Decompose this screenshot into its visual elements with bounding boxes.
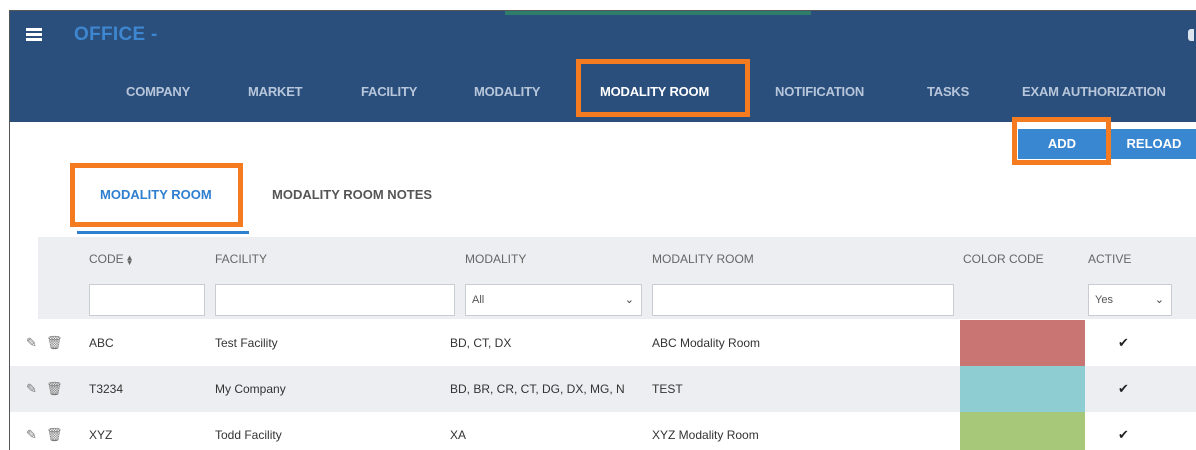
filter-code-input[interactable]: [89, 284, 205, 316]
app-title: OFFICE -: [74, 24, 158, 45]
nav-market[interactable]: MARKET: [248, 79, 303, 105]
column-header-code[interactable]: CODE ▲ ▼: [89, 252, 134, 266]
cell-facility: Test Facility: [215, 336, 278, 350]
cell-facility: My Company: [215, 382, 286, 396]
table-row[interactable]: ✎ 🗑 T3234 My Company BD, BR, CR, CT, DG,…: [10, 366, 1196, 412]
cell-modality-room: ABC Modality Room: [652, 336, 761, 350]
trash-icon[interactable]: 🗑: [46, 366, 63, 412]
trash-icon[interactable]: 🗑: [46, 320, 63, 366]
cell-modality-room: XYZ Modality Room: [652, 428, 759, 442]
column-header-active[interactable]: ACTIVE: [1088, 252, 1131, 266]
hamburger-icon[interactable]: [26, 28, 42, 41]
subtab-modality-room-notes[interactable]: MODALITY ROOM NOTES: [272, 187, 432, 202]
sort-icon[interactable]: ▲ ▼: [126, 253, 134, 266]
filter-modality-select[interactable]: All ⌄: [465, 284, 642, 316]
active-tab-indicator: [77, 231, 249, 234]
column-header-facility[interactable]: FACILITY: [215, 252, 267, 266]
column-header-modality[interactable]: MODALITY: [465, 252, 526, 266]
table-row[interactable]: ✎ 🗑 ABC Test Facility BD, CT, DX ABC Mod…: [10, 320, 1196, 366]
nav-modality[interactable]: MODALITY: [474, 79, 540, 105]
cell-modality: BD, CT, DX: [450, 336, 512, 350]
table-row[interactable]: ✎ 🗑 XYZ Todd Facility XA XYZ Modality Ro…: [10, 412, 1196, 450]
cell-code: ABC: [89, 336, 114, 350]
cell-modality-room: TEST: [652, 382, 683, 396]
column-header-color-code[interactable]: COLOR CODE: [963, 252, 1044, 266]
pencil-icon[interactable]: ✎: [26, 412, 37, 450]
filter-facility-input[interactable]: [215, 284, 455, 316]
checkmark-icon: ✔: [1118, 427, 1129, 442]
chevron-down-icon: ⌄: [624, 294, 634, 306]
app-window: OFFICE - COMPANY MARKET FACILITY MODALIT…: [9, 10, 1196, 450]
cell-facility: Todd Facility: [215, 428, 282, 442]
user-menu-icon[interactable]: [1188, 29, 1194, 41]
nav-tasks[interactable]: TASKS: [927, 79, 969, 105]
checkmark-icon: ✔: [1118, 335, 1129, 350]
highlight-subtab-modality-room: [70, 163, 243, 227]
cell-modality: XA: [450, 428, 467, 442]
cell-code: XYZ: [89, 428, 113, 442]
filter-modality-room-input[interactable]: [652, 284, 954, 316]
color-swatch: [960, 366, 1085, 412]
top-accent-bar: [505, 11, 811, 15]
pencil-icon[interactable]: ✎: [26, 320, 37, 366]
column-header-modality-room[interactable]: MODALITY ROOM: [652, 252, 754, 266]
nav-company[interactable]: COMPANY: [126, 79, 190, 105]
nav-facility[interactable]: FACILITY: [361, 79, 417, 105]
highlight-add-button: [1012, 117, 1111, 165]
nav-exam-authorization[interactable]: EXAM AUTHORIZATION: [1022, 79, 1166, 105]
reload-button[interactable]: RELOAD: [1111, 129, 1196, 159]
trash-icon[interactable]: 🗑: [46, 412, 63, 450]
color-swatch: [960, 320, 1085, 366]
cell-modality: BD, BR, CR, CT, DG, DX, MG, N: [450, 382, 625, 396]
nav-notification[interactable]: NOTIFICATION: [775, 79, 864, 105]
highlight-nav-modality-room: [576, 59, 750, 117]
checkmark-icon: ✔: [1118, 381, 1129, 396]
filter-active-select[interactable]: Yes ⌄: [1088, 284, 1172, 316]
color-swatch: [960, 412, 1085, 450]
chevron-down-icon: ⌄: [1154, 294, 1164, 306]
pencil-icon[interactable]: ✎: [26, 366, 37, 412]
cell-code: T3234: [89, 382, 124, 396]
